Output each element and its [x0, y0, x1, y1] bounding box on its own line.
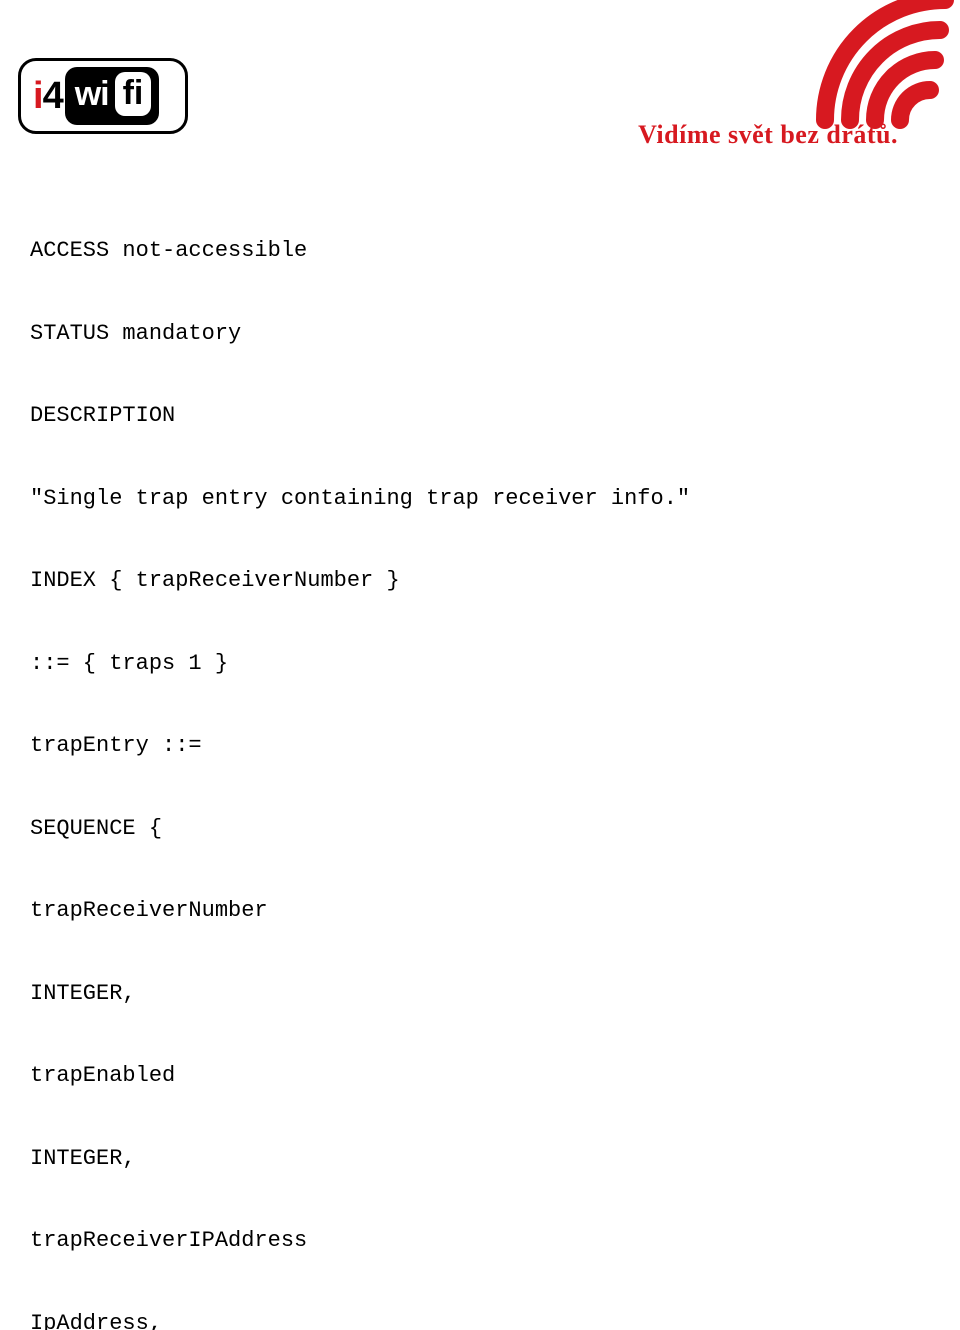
- code-line: ::= { traps 1 }: [30, 650, 690, 678]
- page: i4 wi fi Vidíme svět bez drátů. ACCESS: [0, 0, 960, 1330]
- code-line: trapEnabled: [30, 1062, 690, 1090]
- code-line: INTEGER,: [30, 1145, 690, 1173]
- code-line: ACCESS not-accessible: [30, 237, 690, 265]
- code-block: ACCESS not-accessible STATUS mandatory D…: [30, 182, 690, 1330]
- wifi-arcs-icon: [780, 0, 960, 140]
- code-line: trapReceiverIPAddress: [30, 1227, 690, 1255]
- code-line: INDEX { trapReceiverNumber }: [30, 567, 690, 595]
- code-line: SEQUENCE {: [30, 815, 690, 843]
- page-header: i4 wi fi Vidíme svět bez drátů.: [0, 0, 960, 165]
- logo-box: i4 wi fi: [18, 58, 188, 134]
- code-line: trapReceiverNumber: [30, 897, 690, 925]
- logo-left-text: i4: [33, 75, 63, 118]
- tagline-text: Vidíme svět bez drátů.: [638, 120, 898, 150]
- logo-right-box: wi fi: [65, 67, 160, 125]
- code-line: DESCRIPTION: [30, 402, 690, 430]
- logo-wi: wi: [75, 75, 109, 114]
- logo-four: 4: [43, 75, 63, 117]
- logo-i: i: [33, 75, 43, 117]
- code-line: trapEntry ::=: [30, 732, 690, 760]
- code-line: "Single trap entry containing trap recei…: [30, 485, 690, 513]
- code-line: STATUS mandatory: [30, 320, 690, 348]
- code-line: IpAddress,: [30, 1310, 690, 1330]
- logo-fi: fi: [115, 72, 152, 116]
- brand-logo: i4 wi fi: [18, 58, 188, 134]
- code-line: INTEGER,: [30, 980, 690, 1008]
